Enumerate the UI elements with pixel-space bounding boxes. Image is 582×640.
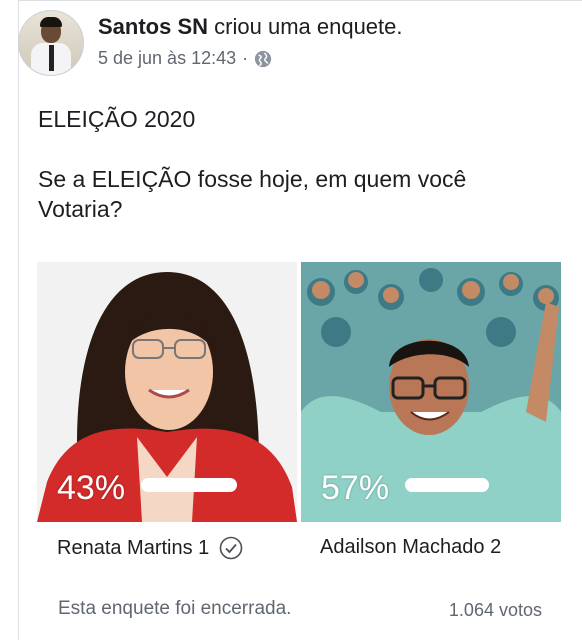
option-1-name: Renata Martins 1 — [57, 536, 210, 559]
poll-status: Esta enquete foi encerrada. — [58, 598, 292, 619]
option-1-percent: 43% — [57, 469, 126, 507]
poll-option-1-image[interactable]: 43% — [37, 262, 297, 522]
poll-option-1[interactable]: Renata Martins 1 — [57, 536, 243, 560]
author-line: Santos SN criou uma enquete. — [98, 14, 403, 40]
avatar-tie — [49, 45, 54, 71]
poll-question: Se a ELEIÇÃO fosse hoje, em quem você Vo… — [38, 166, 467, 222]
post-timestamp[interactable]: 5 de jun às 12:43 — [98, 48, 236, 69]
post-header: Santos SN criou uma enquete. 5 de jun às… — [18, 10, 403, 82]
post-timestamp-line: 5 de jun às 12:43 · — [98, 48, 403, 69]
option-2-name: Adailson Machado 2 — [320, 536, 502, 558]
post-meta: Santos SN criou uma enquete. 5 de jun às… — [98, 10, 403, 82]
globe-icon[interactable] — [254, 50, 272, 68]
poll-option-2-image[interactable]: 57% — [301, 262, 561, 522]
avatar-hair — [40, 17, 62, 27]
option-1-result-bar — [141, 478, 238, 492]
poll-option-2[interactable]: Adailson Machado 2 — [320, 536, 501, 559]
post-title: ELEIÇÃO 2020 — [38, 106, 196, 132]
poll-vote-count[interactable]: 1.064 votos — [449, 600, 542, 621]
author-avatar[interactable] — [18, 10, 84, 76]
post-text: ELEIÇÃO 2020 Se a ELEIÇÃO fosse hoje, em… — [38, 104, 538, 254]
option-2-percent: 57% — [321, 469, 390, 507]
option-2-result-bar — [405, 478, 489, 492]
check-circle-icon — [219, 536, 243, 560]
author-name[interactable]: Santos SN — [98, 14, 208, 39]
meta-separator: · — [242, 48, 249, 68]
post-action: criou uma enquete. — [214, 14, 403, 39]
